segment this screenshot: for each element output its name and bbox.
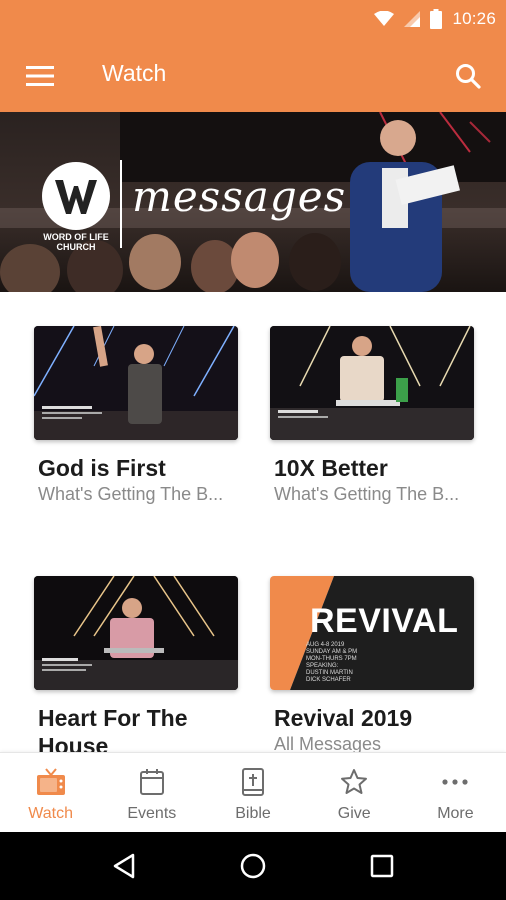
church-logo-icon (42, 162, 110, 230)
media-thumbnail (34, 576, 238, 690)
media-item-heart-for-the-house[interactable]: Heart For The House (34, 576, 238, 752)
media-thumbnail (270, 326, 474, 440)
status-time: 10:26 (452, 9, 496, 28)
media-title: 10X Better (274, 455, 388, 481)
church-name: WORD OF LIFE CHURCH (43, 232, 109, 252)
media-thumbnail: REVIVAL AUG 4-8 2019 SUNDAY AM & PM MON-… (270, 576, 474, 690)
calendar-icon (137, 767, 167, 797)
status-bar: 10:26 (0, 0, 506, 38)
media-subtitle: What's Getting The B... (274, 484, 460, 504)
more-dots-icon (440, 767, 470, 797)
app-bar: Watch (0, 38, 506, 112)
thumbnail-image (270, 326, 474, 440)
nav-tab-bible[interactable]: Bible (202, 753, 303, 832)
recents-button[interactable] (360, 844, 404, 888)
nav-tab-more[interactable]: More (405, 753, 506, 832)
nav-tab-watch[interactable]: Watch (0, 753, 101, 832)
media-item-god-is-first[interactable]: God is First What's Getting The B... (34, 326, 238, 505)
media-thumbnail (34, 326, 238, 440)
system-navigation-bar (0, 832, 506, 900)
nav-tab-give[interactable]: Give (304, 753, 405, 832)
media-grid: God is First What's Getting The B... 10X… (0, 292, 506, 752)
back-button[interactable] (102, 844, 146, 888)
hero-banner-text: messages (132, 172, 347, 221)
page-title: Watch (102, 60, 167, 86)
battery-icon (430, 9, 443, 29)
hero-banner[interactable]: WORD OF LIFE CHURCH messages (0, 112, 506, 292)
media-title: God is First (38, 455, 166, 481)
back-triangle-icon (114, 853, 135, 879)
cell-signal-icon (404, 11, 421, 27)
media-subtitle: What's Getting The B... (38, 484, 224, 504)
bottom-navigation: Watch Events Bible Give More (0, 752, 506, 832)
nav-label: Give (337, 805, 371, 822)
media-item-10x-better[interactable]: 10X Better What's Getting The B... (270, 326, 474, 505)
hamburger-menu-icon (26, 66, 54, 86)
media-title: Revival 2019 (274, 705, 413, 731)
tv-icon (36, 767, 66, 797)
home-button[interactable] (231, 844, 275, 888)
revival-details: AUG 4-8 2019 SUNDAY AM & PM MON-THURS 7P… (306, 642, 358, 683)
hero-divider (120, 160, 122, 248)
media-item-revival-2019[interactable]: REVIVAL AUG 4-8 2019 SUNDAY AM & PM MON-… (270, 576, 474, 752)
menu-button[interactable] (20, 56, 60, 96)
bible-icon (238, 767, 268, 797)
nav-tab-events[interactable]: Events (101, 753, 202, 832)
thumbnail-image (34, 326, 238, 440)
revival-headline: REVIVAL (310, 602, 459, 640)
media-subtitle: All Messages (274, 734, 382, 752)
home-circle-icon (240, 853, 266, 879)
thumbnail-image (34, 576, 238, 690)
nav-label: Bible (235, 805, 271, 822)
search-icon (456, 64, 481, 89)
nav-label: More (437, 805, 474, 822)
nav-label: Watch (28, 805, 73, 822)
star-icon (339, 767, 369, 797)
search-button[interactable] (448, 56, 488, 96)
media-title: Heart For The House (38, 705, 188, 752)
nav-label: Events (127, 805, 177, 822)
wifi-icon (374, 11, 395, 26)
status-icons: 10:26 (374, 0, 496, 38)
recents-square-icon (370, 854, 393, 878)
